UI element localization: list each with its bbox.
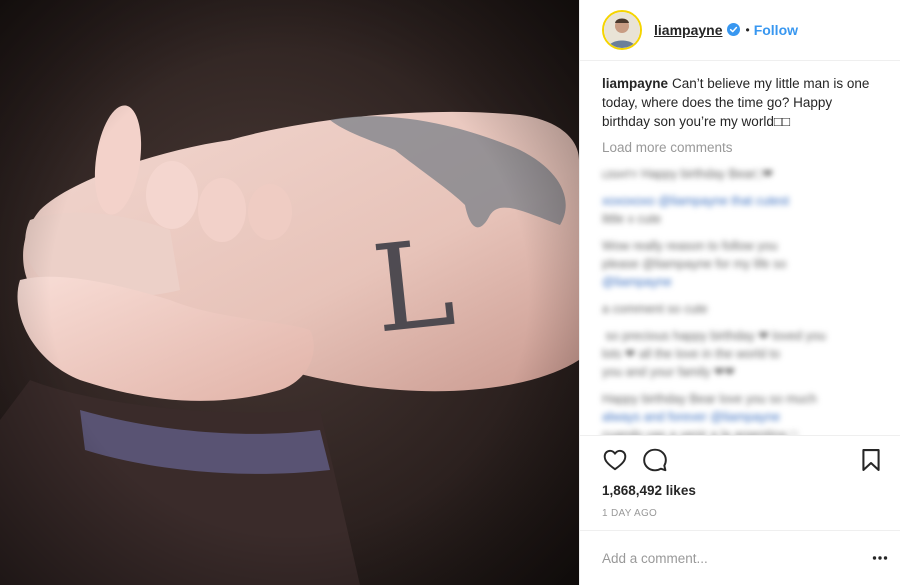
caption-username[interactable]: liampayne bbox=[602, 76, 668, 91]
comment-line: cuando vas a venir a la argentina □ bbox=[602, 427, 798, 435]
follow-button[interactable]: Follow bbox=[754, 22, 798, 38]
comment-line: ʟɪɢʜᴛʏ Happy birthday Bear□❤ bbox=[602, 166, 774, 181]
avatar-image bbox=[604, 11, 640, 48]
comment-item: a comment so cute bbox=[602, 300, 878, 318]
verified-badge-icon bbox=[727, 23, 741, 37]
comment-line: ⁣ so precious happy birthday ❤ loved you bbox=[602, 328, 826, 343]
blurred-comments: ʟɪɢʜᴛʏ Happy birthday Bear□❤ xoxoxoxo @l… bbox=[602, 165, 878, 435]
comment-line: Wow really reason to follow you bbox=[602, 238, 778, 253]
post-photo[interactable]: L bbox=[0, 0, 579, 585]
more-options-icon[interactable] bbox=[872, 550, 888, 566]
comment-item: ʟɪɢʜᴛʏ Happy birthday Bear□❤ bbox=[602, 165, 878, 183]
comment-line: always and forever @liampayne bbox=[602, 409, 781, 424]
comment-item: Happy birthday Bear love you so much alw… bbox=[602, 390, 878, 435]
add-comment-bar bbox=[580, 530, 900, 585]
comment-line: you and your family ❤❤ bbox=[602, 364, 735, 379]
likes-count[interactable]: 1,868,492 likes bbox=[580, 483, 900, 506]
comments-section: liampayne Can’t believe my little man is … bbox=[580, 61, 900, 435]
comment-line: Happy birthday Bear love you so much bbox=[602, 391, 817, 406]
heart-icon[interactable] bbox=[602, 447, 628, 473]
post-timestamp: 1 DAY AGO bbox=[602, 507, 658, 519]
comment-line: lots ❤ all the love in the world to bbox=[602, 346, 780, 361]
post-side-panel: liampayne • Follow liampayne Can’t believ… bbox=[579, 0, 900, 585]
post-caption: liampayne Can’t believe my little man is … bbox=[602, 74, 878, 131]
comment-item: Wow really reason to follow you please @… bbox=[602, 237, 878, 291]
bookmark-icon[interactable] bbox=[858, 447, 884, 473]
load-more-comments-link[interactable]: Load more comments bbox=[602, 140, 878, 155]
post-header: liampayne • Follow bbox=[580, 0, 900, 61]
comment-line: @liampayne bbox=[602, 274, 672, 289]
header-username[interactable]: liampayne bbox=[654, 22, 722, 38]
post-actions bbox=[580, 434, 900, 484]
comment-item: xoxoxoxo @liampayne that cutest little x… bbox=[602, 192, 878, 228]
add-comment-input[interactable] bbox=[602, 550, 872, 566]
avatar[interactable] bbox=[602, 9, 642, 50]
header-separator: • bbox=[745, 22, 750, 37]
instagram-post: L liampayne • Follow bbox=[0, 0, 900, 585]
comment-bubble-icon[interactable] bbox=[642, 447, 668, 473]
comment-line: little x cute bbox=[602, 211, 662, 226]
comment-item: ⁣ so precious happy birthday ❤ loved you… bbox=[602, 327, 878, 381]
comment-line: please @liampayne for my life so bbox=[602, 256, 787, 271]
hand-photo-illustration: L bbox=[0, 0, 579, 585]
comment-line: a comment so cute bbox=[602, 301, 708, 316]
comment-line: xoxoxoxo @liampayne that cutest bbox=[602, 193, 790, 208]
